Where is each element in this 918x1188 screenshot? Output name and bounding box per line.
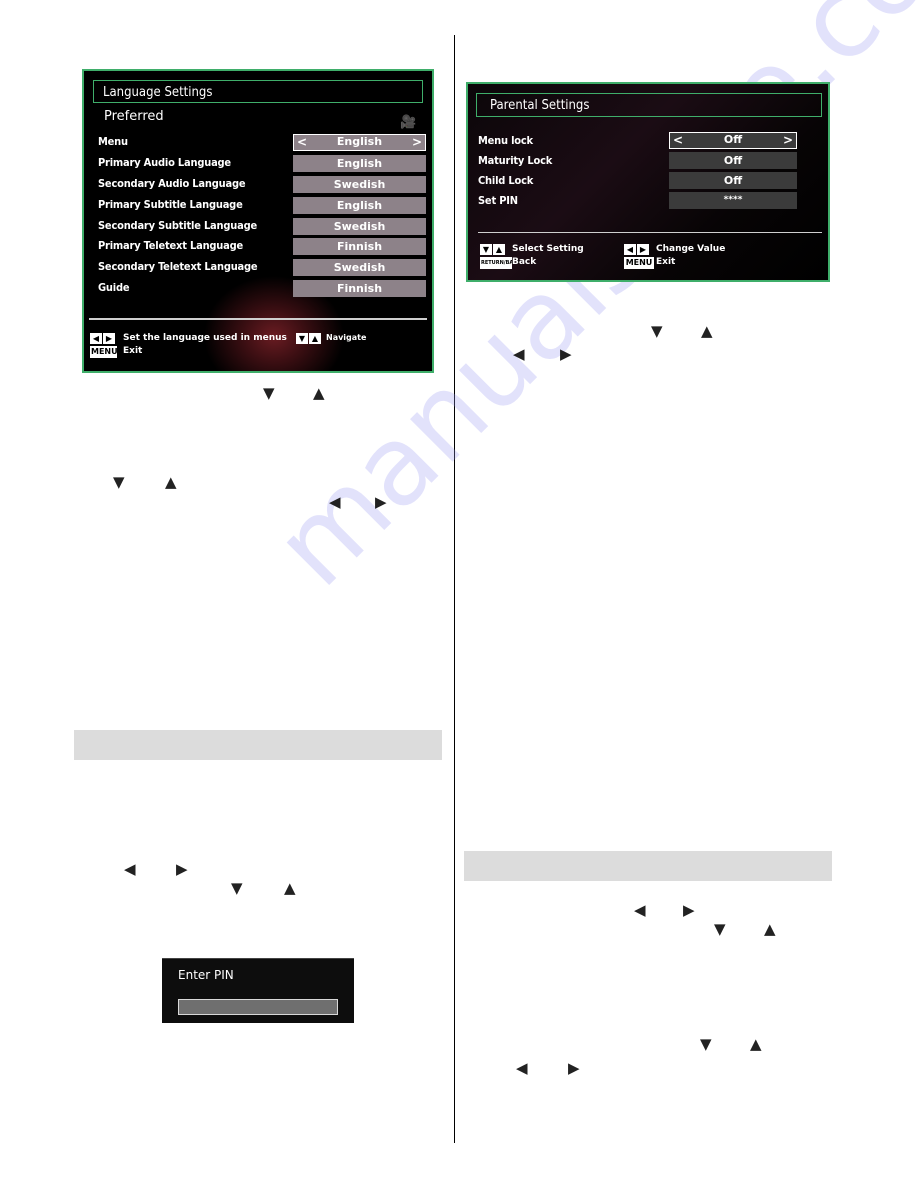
section-header-bar — [464, 851, 832, 881]
primary-teletext-label: Primary Teletext Language — [98, 239, 244, 252]
down-arrow-icon: ▼ — [231, 879, 243, 897]
maturity-lock-value[interactable]: Off — [669, 152, 797, 169]
down-key-icon: ▼ — [480, 244, 492, 255]
up-key-icon: ▲ — [309, 333, 321, 344]
secondary-audio-value[interactable]: Swedish — [293, 176, 426, 193]
left-arrow-icon: ◀ — [634, 901, 646, 919]
legend-back: Back — [512, 257, 537, 267]
secondary-audio-label: Secondary Audio Language — [98, 177, 246, 190]
menu-lock-select[interactable]: < Off > — [669, 132, 797, 149]
down-arrow-icon: ▼ — [714, 920, 726, 938]
down-key-icon: ▼ — [296, 333, 308, 344]
preferred-subtitle: Preferred — [104, 109, 164, 124]
primary-subtitle-value[interactable]: English — [293, 197, 426, 214]
secondary-subtitle-label: Secondary Subtitle Language — [98, 219, 257, 232]
secondary-teletext-value[interactable]: Swedish — [293, 259, 426, 276]
menu-lock-label: Menu lock — [478, 134, 533, 147]
down-arrow-icon: ▼ — [263, 384, 275, 402]
menu-lock-value: Off — [723, 133, 743, 146]
pin-input[interactable] — [178, 999, 338, 1015]
legend-separator — [478, 232, 822, 233]
language-settings-title: Language Settings — [93, 80, 423, 103]
up-key-icon: ▲ — [493, 244, 505, 255]
right-arrow-icon: ▶ — [683, 901, 695, 919]
up-arrow-icon: ▲ — [284, 879, 296, 897]
chevron-right-icon[interactable]: > — [783, 133, 793, 147]
secondary-teletext-label: Secondary Teletext Language — [98, 260, 258, 273]
menu-key-icon: MENU — [624, 257, 654, 269]
maturity-lock-label: Maturity Lock — [478, 154, 553, 167]
set-pin-label: Set PIN — [478, 194, 518, 207]
legend-change-value: Change Value — [656, 244, 726, 254]
primary-teletext-value[interactable]: Finnish — [293, 238, 426, 255]
camcorder-icon: 🎥 — [400, 115, 417, 130]
left-right-keys-icon: ◀ ▶ — [90, 333, 115, 344]
secondary-subtitle-value[interactable]: Swedish — [293, 218, 426, 235]
menu-language-value: English — [336, 135, 383, 148]
down-arrow-icon: ▼ — [700, 1035, 712, 1053]
left-key-icon: ◀ — [90, 333, 102, 344]
up-arrow-icon: ▲ — [764, 920, 776, 938]
parental-settings-screen: Parental Settings Menu lock < Off > Matu… — [466, 82, 830, 282]
legend-set-language: Set the language used in menus — [123, 333, 287, 343]
right-arrow-icon: ▶ — [560, 345, 572, 363]
up-arrow-icon: ▲ — [165, 473, 177, 491]
right-key-icon: ▶ — [637, 244, 649, 255]
primary-audio-label: Primary Audio Language — [98, 156, 231, 169]
guide-value[interactable]: Finnish — [293, 280, 426, 297]
down-up-keys-icon: ▼ ▲ — [296, 333, 321, 344]
section-header-bar — [74, 730, 442, 760]
left-key-icon: ◀ — [624, 244, 636, 255]
child-lock-value[interactable]: Off — [669, 172, 797, 189]
legend-exit: Exit — [123, 346, 143, 356]
legend-exit: Exit — [656, 257, 676, 267]
menu-key-icon: MENU — [90, 346, 118, 358]
up-arrow-icon: ▲ — [750, 1035, 762, 1053]
chevron-left-icon[interactable]: < — [297, 135, 307, 149]
primary-subtitle-label: Primary Subtitle Language — [98, 198, 243, 211]
primary-audio-value[interactable]: English — [293, 155, 426, 172]
menu-language-select[interactable]: < English > — [293, 134, 426, 151]
parental-settings-title: Parental Settings — [476, 93, 822, 117]
right-key-icon: ▶ — [103, 333, 115, 344]
menu-label: Menu — [98, 135, 128, 148]
right-arrow-icon: ▶ — [176, 860, 188, 878]
left-arrow-icon: ◀ — [516, 1059, 528, 1077]
legend-separator — [89, 318, 427, 320]
right-arrow-icon: ▶ — [375, 493, 387, 511]
return-back-key-icon: RETURN/BACK — [480, 257, 521, 269]
up-arrow-icon: ▲ — [313, 384, 325, 402]
left-arrow-icon: ◀ — [513, 345, 525, 363]
column-divider — [454, 35, 455, 1143]
chevron-left-icon[interactable]: < — [673, 133, 683, 147]
right-arrow-icon: ▶ — [568, 1059, 580, 1077]
legend-select-setting: Select Setting — [512, 244, 584, 254]
legend-navigate: Navigate — [326, 333, 367, 342]
down-arrow-icon: ▼ — [113, 473, 125, 491]
language-settings-screen: Language Settings Preferred 🎥 Menu < Eng… — [82, 69, 434, 373]
up-arrow-icon: ▲ — [701, 322, 713, 340]
down-up-keys-icon: ▼ ▲ — [480, 244, 505, 255]
enter-pin-dialog: Enter PIN — [162, 958, 354, 1023]
chevron-right-icon[interactable]: > — [412, 135, 422, 149]
enter-pin-title: Enter PIN — [178, 968, 234, 982]
left-arrow-icon: ◀ — [124, 860, 136, 878]
guide-label: Guide — [98, 281, 130, 294]
left-right-keys-icon: ◀ ▶ — [624, 244, 649, 255]
child-lock-label: Child Lock — [478, 174, 534, 187]
left-arrow-icon: ◀ — [329, 493, 341, 511]
down-arrow-icon: ▼ — [651, 322, 663, 340]
set-pin-value[interactable]: **** — [669, 192, 797, 209]
